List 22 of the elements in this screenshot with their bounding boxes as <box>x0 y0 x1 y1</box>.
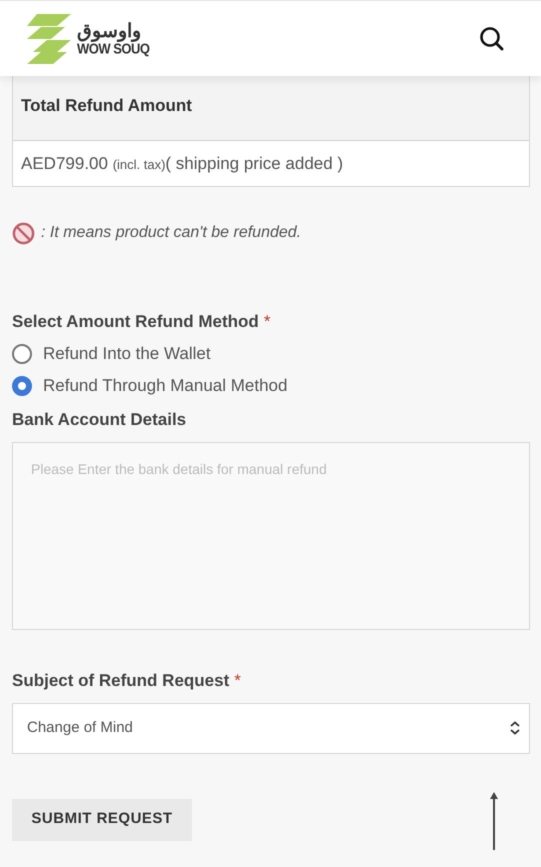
scroll-to-top-icon[interactable] <box>489 790 499 850</box>
submit-button[interactable]: SUBMIT REQUEST <box>12 798 192 840</box>
radio-button[interactable] <box>12 344 32 364</box>
field-label: Select Amount Refund Method <box>12 311 259 333</box>
logo-arabic-text: واوسوق <box>77 22 141 42</box>
radio-button[interactable] <box>12 376 32 396</box>
required-mark: * <box>234 670 241 692</box>
prohibited-icon <box>12 222 35 244</box>
radio-option[interactable]: Refund Into the Wallet <box>12 342 529 364</box>
field-label: Bank Account Details <box>12 408 188 430</box>
table-cell-text: AED799.00 (incl. tax)( shipping price added ) <box>21 152 344 175</box>
radio-option[interactable]: Refund Through Manual Method <box>12 374 529 396</box>
search-icon[interactable] <box>479 26 505 52</box>
legend-text: : It means product can't be refunded. <box>41 223 302 243</box>
logo-latin-text: WOW SOUQ <box>77 40 150 56</box>
table-header-cell-text: Total Refund Amount <box>21 94 192 117</box>
subject-dropdown[interactable]: Change of Mind <box>12 702 530 754</box>
logo-icon <box>27 14 71 64</box>
field-label: Subject of Refund Request <box>12 670 230 692</box>
chevron-up-down-icon <box>509 721 521 735</box>
bank-details-field[interactable]: Please Enter the bank details for manual refund <box>12 442 530 630</box>
required-mark: * <box>264 311 270 333</box>
